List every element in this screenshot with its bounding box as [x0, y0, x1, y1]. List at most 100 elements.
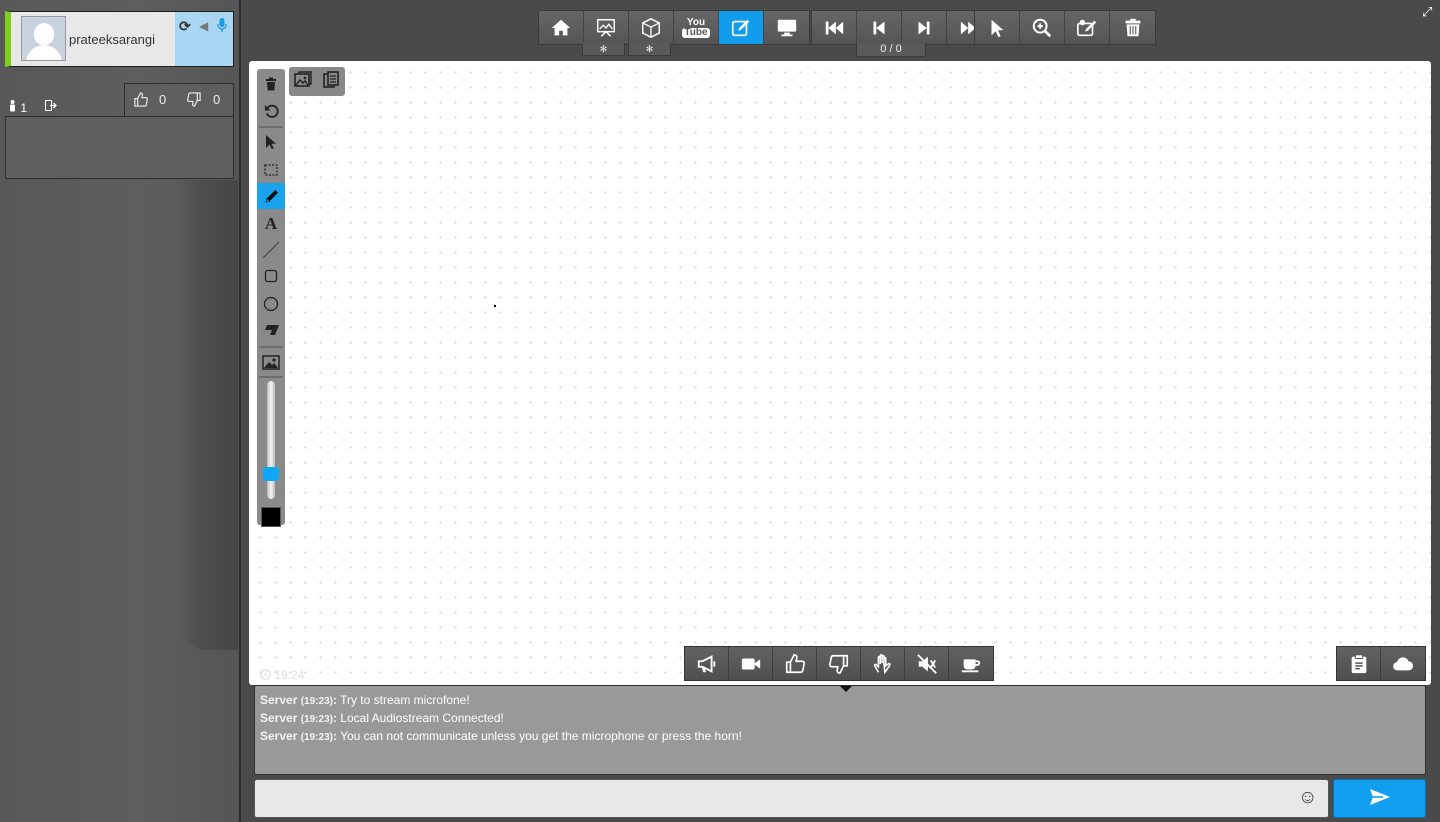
undo-icon[interactable] — [257, 97, 285, 123]
microphone-icon[interactable] — [217, 18, 227, 36]
sidebar-shadow — [178, 180, 238, 650]
copy-icon[interactable] — [321, 70, 341, 94]
tools-toolbar-group — [974, 10, 1156, 45]
clock-time: 19:24 — [274, 668, 305, 682]
left-sidebar: prateeksarangi ⟳ ◀ 1 0 0 — [0, 0, 241, 822]
slider-track — [267, 381, 275, 499]
eraser-icon[interactable] — [257, 317, 285, 343]
first-page-icon[interactable] — [812, 11, 857, 44]
participant-count-value: 1 — [20, 101, 28, 115]
whiteboard-canvas[interactable]: A — [249, 61, 1431, 685]
image-icon[interactable] — [257, 349, 285, 375]
next-page-icon[interactable] — [902, 11, 947, 44]
thumbs-down-icon[interactable] — [817, 647, 861, 680]
circle-icon[interactable] — [257, 291, 285, 317]
chat-log[interactable]: Server (19:23): Try to stream microfone!… — [254, 685, 1426, 775]
clear-board-trash-icon[interactable] — [257, 71, 285, 97]
pencil-icon[interactable] — [257, 183, 285, 209]
pointer-icon[interactable] — [975, 11, 1020, 44]
line-icon[interactable] — [257, 237, 285, 263]
speaker-icon[interactable]: ◀ — [199, 19, 208, 33]
utility-bar — [1336, 646, 1426, 681]
youtube-icon[interactable]: You Tube — [674, 11, 719, 44]
mode-toolbar-group: You Tube — [538, 10, 810, 45]
rectangle-icon[interactable] — [257, 263, 285, 289]
chat-message: Server (19:23): Try to stream microfone! — [260, 693, 470, 707]
toolbar-divider — [259, 376, 283, 378]
chat-time: (19:23) — [300, 696, 333, 707]
username: prateeksarangi — [69, 32, 155, 47]
send-icon — [1369, 788, 1391, 809]
presentation-settings-icon[interactable]: ✻ — [582, 43, 625, 56]
thumbs-up-count: 0 — [159, 92, 167, 107]
3d-icon[interactable] — [629, 11, 674, 44]
select-icon[interactable] — [257, 129, 285, 155]
page-nav-group — [811, 10, 993, 45]
megaphone-icon[interactable] — [685, 647, 729, 680]
zoom-icon[interactable] — [1020, 11, 1065, 44]
send-button[interactable] — [1333, 779, 1426, 818]
sign-out-icon[interactable] — [45, 100, 57, 114]
youtube-label-top: You — [686, 16, 706, 28]
chat-collapse-caret-icon[interactable] — [840, 686, 852, 692]
clock-icon — [260, 668, 274, 682]
avatar-body — [26, 45, 62, 60]
chat-input[interactable] — [254, 779, 1329, 818]
save-image-icon[interactable] — [293, 70, 313, 94]
page-counter: 0 / 0 — [856, 43, 926, 57]
chat-time: (19:23) — [300, 714, 333, 725]
clipboard-icon[interactable] — [1337, 647, 1381, 680]
interaction-bar — [684, 646, 994, 681]
3d-settings-icon[interactable]: ✻ — [628, 43, 671, 56]
fullscreen-icon[interactable]: ⤢ — [1422, 4, 1432, 20]
slider-knob[interactable] — [263, 466, 279, 481]
chat-message: Server (19:23): Local Audiostream Connec… — [260, 711, 504, 725]
video-camera-icon[interactable] — [729, 647, 773, 680]
chat-message: Server (19:23): You can not communicate … — [260, 729, 742, 743]
user-list — [5, 116, 234, 179]
raise-hand-icon[interactable] — [861, 647, 905, 680]
user-card[interactable]: prateeksarangi ⟳ ◀ — [5, 11, 234, 67]
emoji-icon[interactable]: ☺ — [1298, 788, 1317, 808]
rect-select-icon[interactable] — [257, 157, 285, 183]
edit-board-icon[interactable] — [1065, 11, 1110, 44]
cloud-icon[interactable] — [1381, 647, 1425, 680]
person-icon — [8, 100, 20, 115]
mute-icon[interactable] — [905, 647, 949, 680]
thumbs-up-icon[interactable] — [773, 647, 817, 680]
toolbar-divider — [259, 346, 283, 348]
user-controls: ⟳ ◀ — [175, 12, 233, 66]
home-icon[interactable] — [539, 11, 584, 44]
avatar[interactable] — [21, 16, 66, 61]
chat-text: You can not communicate unless you get t… — [340, 729, 742, 743]
drawn-dot — [494, 305, 496, 307]
youtube-label-bottom: Tube — [682, 26, 710, 38]
whiteboard-actions — [289, 67, 345, 96]
chat-sender: Server — [260, 729, 298, 743]
participant-count: 1 — [8, 100, 57, 115]
toolbar-divider — [259, 126, 283, 128]
microphone-glyph — [217, 18, 227, 32]
avatar-head — [34, 23, 54, 45]
whiteboard-icon[interactable] — [719, 11, 764, 44]
chat-sender: Server — [260, 711, 298, 725]
vote-counter: 0 0 — [124, 83, 234, 116]
chat-text: Local Audiostream Connected! — [340, 711, 504, 725]
refresh-icon[interactable]: ⟳ — [179, 18, 191, 35]
chat-time: (19:23) — [300, 732, 333, 743]
brush-color-swatch[interactable] — [261, 507, 281, 527]
session-clock: 19:24 — [260, 668, 304, 682]
brush-size-slider[interactable] — [261, 381, 281, 499]
chat-sender: Server — [260, 693, 298, 707]
coffee-break-icon[interactable] — [949, 647, 993, 680]
drawing-toolbar: A — [257, 69, 285, 527]
presentation-icon[interactable] — [584, 11, 629, 44]
trash-icon[interactable] — [1110, 11, 1155, 44]
text-icon[interactable]: A — [257, 211, 285, 237]
thumbs-down-count: 0 — [213, 92, 221, 107]
previous-page-icon[interactable] — [857, 11, 902, 44]
screen-share-icon[interactable] — [764, 11, 809, 44]
thumbs-up-count-icon — [133, 92, 148, 110]
chat-text: Try to stream microfone! — [340, 693, 470, 707]
thumbs-down-count-icon — [187, 92, 202, 110]
